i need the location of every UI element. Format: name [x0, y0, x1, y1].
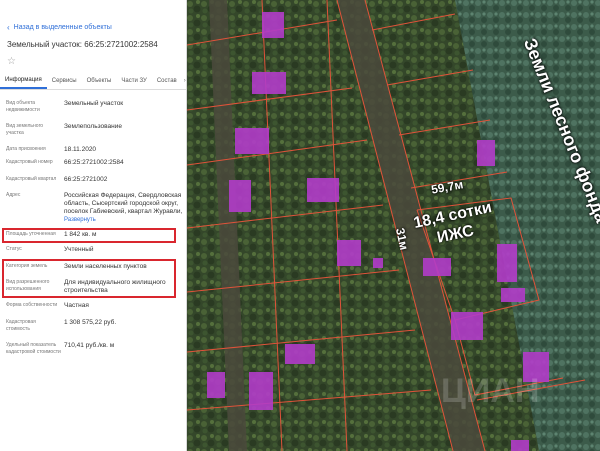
field-value: 66:25:2721002:2584	[64, 159, 124, 166]
field-label: Адрес	[6, 192, 21, 198]
field-value: 1 308 575,22 руб.	[64, 319, 117, 326]
field-value: Российская Федерация, Свердловская облас…	[64, 192, 184, 224]
field-label: Удельный показатель кадастровой стоимост…	[6, 342, 61, 355]
field-label: Кадастровый квартал	[6, 176, 57, 182]
object-title: Земельный участок: 66:25:2721002:2584	[7, 40, 158, 49]
field-value: 18.11.2020	[64, 146, 97, 153]
star-icon[interactable]: ☆	[7, 56, 16, 67]
field-label: Категория земель	[6, 263, 48, 269]
field-label: Вид объекта недвижимости	[6, 100, 40, 113]
field-value: Учтенный	[64, 246, 94, 253]
chevron-left-icon: ‹	[7, 23, 10, 32]
field-value: 1 842 кв. м	[64, 231, 97, 238]
tab-parts[interactable]: Части ЗУ	[116, 78, 151, 89]
expand-link[interactable]: Развернуть	[64, 217, 96, 223]
field-label: Площадь уточненная	[6, 231, 56, 237]
field-value: 710,41 руб./кв. м	[64, 342, 115, 349]
back-link-label: Назад в выделенные объекты	[13, 24, 112, 31]
field-value: Для индивидуального жилищного строительс…	[64, 279, 166, 294]
field-label: Кадастровый номер	[6, 159, 53, 165]
field-label: Форма собственности	[6, 302, 58, 308]
address-text: Российская Федерация, Свердловская облас…	[64, 192, 183, 215]
back-link[interactable]: ‹ Назад в выделенные объекты	[7, 23, 112, 32]
field-value: Землепользование	[64, 123, 122, 130]
field-value: 66:25:2721002	[64, 176, 108, 183]
field-label: Вид земельного участка	[6, 123, 44, 136]
field-label: Вид разрешенного использования	[6, 279, 50, 292]
field-value: Земли населенных пунктов	[64, 263, 147, 270]
map-watermark: ЦИАН	[441, 372, 539, 410]
tab-objects[interactable]: Объекты	[82, 78, 117, 89]
tab-bar: Информация Сервисы Объекты Части ЗУ Сост…	[0, 74, 186, 90]
field-value: Частная	[64, 302, 89, 309]
info-panel: ‹ Назад в выделенные объекты Земельный у…	[0, 0, 187, 451]
tab-services[interactable]: Сервисы	[47, 78, 82, 89]
tab-composition[interactable]: Состав	[152, 78, 182, 89]
satellite-map[interactable]: ЦИАН Земли лесного фонда 59,7м 31м 18,4 …	[187, 0, 600, 451]
field-value: Земельный участок	[64, 100, 124, 107]
field-label: Кадастровая стоимость	[6, 319, 36, 332]
field-label: Дата присвоения	[6, 146, 46, 152]
tab-info[interactable]: Информация	[0, 77, 47, 89]
field-label: Статус	[6, 246, 22, 252]
